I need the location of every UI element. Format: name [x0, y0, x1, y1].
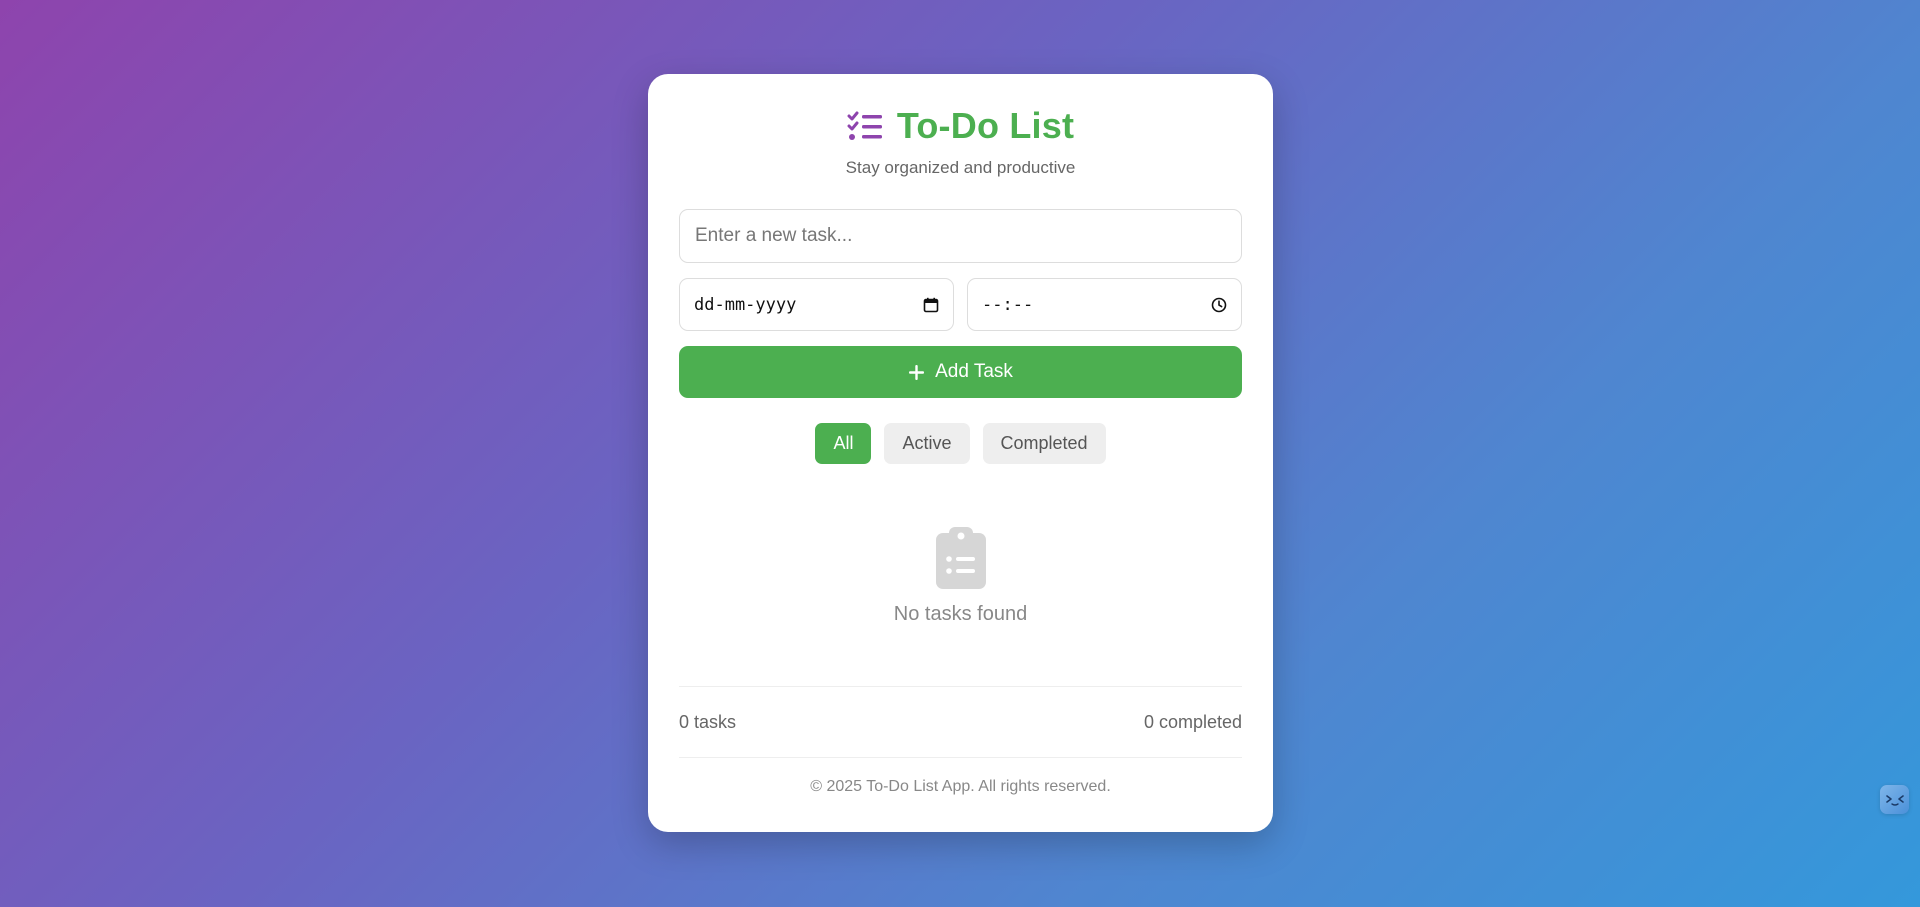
filter-active-button[interactable]: Active [884, 423, 970, 464]
task-count: 0 tasks [679, 711, 737, 732]
footer-copyright: © 2025 To-Do List App. All rights reserv… [810, 778, 1111, 795]
task-stats: 0 tasks 0 completed [679, 687, 1242, 757]
plus-icon [908, 364, 925, 381]
tasks-checklist-icon [847, 111, 883, 141]
add-task-button[interactable]: Add Task [679, 346, 1242, 398]
filter-bar: All Active Completed [679, 423, 1242, 464]
header: To-Do List Stay organized and productive [679, 74, 1242, 178]
clock-icon[interactable] [1211, 297, 1227, 313]
completed-count: 0 completed [1143, 711, 1242, 732]
new-task-input[interactable] [679, 209, 1242, 263]
calendar-icon[interactable] [923, 297, 939, 313]
add-task-label: Add Task [935, 361, 1013, 382]
clipboard-list-icon [679, 525, 1242, 589]
date-time-row: dd-mm-yyyy --:-- [679, 278, 1242, 331]
filter-all-button[interactable]: All [815, 423, 872, 464]
empty-state: No tasks found [679, 525, 1242, 626]
empty-state-text: No tasks found [893, 603, 1028, 625]
page-title: To-Do List [896, 105, 1075, 146]
assistant-widget-icon[interactable] [1880, 785, 1909, 814]
subtitle: Stay organized and productive [845, 158, 1076, 177]
todo-card: To-Do List Stay organized and productive… [648, 74, 1273, 832]
filter-completed-button[interactable]: Completed [982, 423, 1106, 464]
due-date-input[interactable]: dd-mm-yyyy [679, 278, 954, 331]
title-row: To-Do List [679, 104, 1242, 148]
due-time-input[interactable]: --:-- [967, 278, 1242, 331]
time-placeholder: --:-- [982, 294, 1034, 315]
date-placeholder: dd-mm-yyyy [694, 294, 797, 315]
